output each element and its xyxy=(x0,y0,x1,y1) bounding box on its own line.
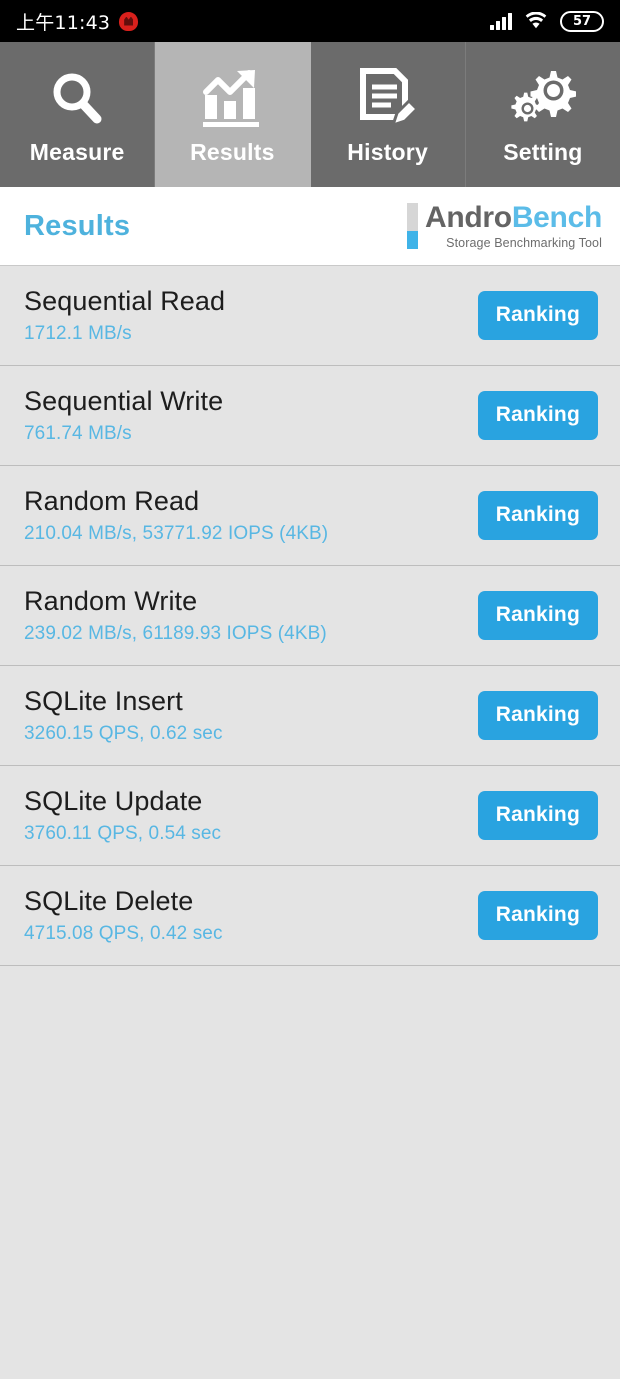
ranking-button[interactable]: Ranking xyxy=(477,891,598,940)
result-texts: Random Read 210.04 MB/s, 53771.92 IOPS (4… xyxy=(24,486,328,545)
result-name: Random Read xyxy=(24,486,200,517)
tab-results-label: Results xyxy=(190,139,275,165)
ranking-button[interactable]: Ranking xyxy=(477,691,598,740)
result-value: 1712.1 MB/s xyxy=(24,322,132,344)
battery-indicator: 57 xyxy=(560,10,604,32)
magnifier-icon xyxy=(45,63,109,135)
table-row: Sequential Read 1712.1 MB/s Ranking xyxy=(0,266,620,366)
tab-bar: Measure Results History Setting xyxy=(0,42,620,187)
result-name: SQLite Update xyxy=(24,786,203,817)
brand-name-part2: Bench xyxy=(511,200,602,234)
brand-name: AndroBench xyxy=(424,200,602,234)
status-bar-right: 57 xyxy=(490,10,604,32)
brand-name-part1: Andro xyxy=(424,200,512,234)
battery-level-text: 57 xyxy=(572,13,592,29)
result-texts: SQLite Insert 3260.15 QPS, 0.62 sec xyxy=(24,686,223,745)
table-row: Random Write 239.02 MB/s, 61189.93 IOPS (… xyxy=(0,566,620,666)
logo-mark-icon xyxy=(406,203,418,249)
result-texts: SQLite Update 3760.11 QPS, 0.54 sec xyxy=(24,786,221,845)
table-row: SQLite Delete 4715.08 QPS, 0.42 sec Rankin… xyxy=(0,866,620,966)
tab-results[interactable]: Results xyxy=(155,42,311,187)
gears-icon xyxy=(510,63,576,135)
result-value: 3260.15 QPS, 0.62 sec xyxy=(24,722,223,744)
tab-history[interactable]: History xyxy=(310,42,466,187)
wifi-icon xyxy=(525,11,547,30)
ranking-button[interactable]: Ranking xyxy=(477,791,598,840)
brand-tagline: Storage Benchmarking Tool xyxy=(446,235,602,250)
tab-measure[interactable]: Measure xyxy=(0,42,156,187)
result-value: 210.04 MB/s, 53771.92 IOPS (4KB) xyxy=(24,522,329,544)
result-name: Sequential Read xyxy=(24,286,226,317)
brand-text: AndroBench Storage Benchmarking Tool xyxy=(424,200,602,250)
results-list: Sequential Read 1712.1 MB/s Ranking Sequent… xyxy=(0,266,620,1379)
table-row: Sequential Write 761.74 MB/s Ranking xyxy=(0,366,620,466)
result-value: 4715.08 QPS, 0.42 sec xyxy=(24,922,223,944)
ranking-button[interactable]: Ranking xyxy=(477,291,598,340)
table-row: SQLite Insert 3260.15 QPS, 0.62 sec Rankin… xyxy=(0,666,620,766)
bar-chart-arrow-icon xyxy=(199,63,265,135)
tab-setting[interactable]: Setting xyxy=(465,42,620,187)
result-texts: Random Write 239.02 MB/s, 61189.93 IOPS (… xyxy=(24,586,327,645)
app-window: 上午11:43 57 Measure Results History Setti… xyxy=(0,0,620,1379)
tab-history-label: History xyxy=(347,139,428,165)
androbench-logo: AndroBench Storage Benchmarking Tool xyxy=(406,200,602,250)
result-value: 239.02 MB/s, 61189.93 IOPS (4KB) xyxy=(24,622,327,644)
ranking-button[interactable]: Ranking xyxy=(477,591,598,640)
antutu-icon xyxy=(119,11,139,31)
cellular-signal-icon xyxy=(490,12,512,30)
table-row: SQLite Update 3760.11 QPS, 0.54 sec Rankin… xyxy=(0,766,620,866)
result-name: Random Write xyxy=(24,586,198,617)
status-bar: 上午11:43 57 xyxy=(0,0,620,42)
ranking-button[interactable]: Ranking xyxy=(477,491,598,540)
table-row: Random Read 210.04 MB/s, 53771.92 IOPS (4… xyxy=(0,466,620,566)
result-name: Sequential Write xyxy=(24,386,224,417)
tab-measure-label: Measure xyxy=(29,139,125,165)
document-pencil-icon xyxy=(357,63,419,135)
clock-text: 上午11:43 xyxy=(16,11,111,34)
app-header: Results AndroBench Storage Benchmarking … xyxy=(0,187,620,266)
result-texts: SQLite Delete 4715.08 QPS, 0.42 sec xyxy=(24,886,223,945)
result-name: SQLite Delete xyxy=(24,886,194,917)
result-texts: Sequential Read 1712.1 MB/s xyxy=(24,286,225,345)
status-bar-left: 上午11:43 xyxy=(16,8,139,35)
ranking-button[interactable]: Ranking xyxy=(477,391,598,440)
result-texts: Sequential Write 761.74 MB/s xyxy=(24,386,223,445)
result-value: 3760.11 QPS, 0.54 sec xyxy=(24,822,222,844)
result-name: SQLite Insert xyxy=(24,686,183,717)
tab-setting-label: Setting xyxy=(503,139,583,165)
page-title: Results xyxy=(24,209,131,242)
result-value: 761.74 MB/s xyxy=(24,422,132,444)
